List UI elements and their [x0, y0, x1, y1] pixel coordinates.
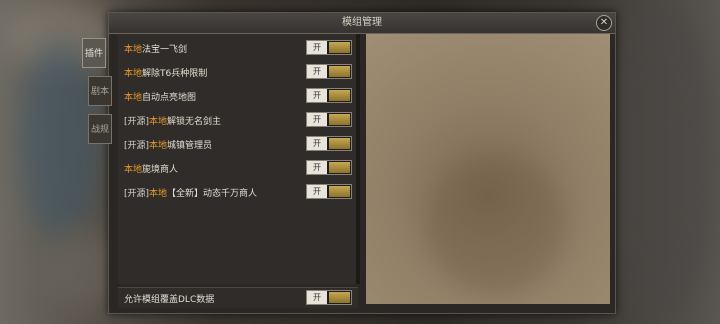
mod-name: 法宝一飞剑	[142, 45, 188, 55]
mod-preview-image	[366, 34, 610, 304]
mod-source: 本地	[149, 189, 168, 199]
list-item: 本地解除T6兵种限制 开	[118, 62, 358, 82]
dlc-override-label: 允许模组覆盖DLC数据	[124, 295, 215, 305]
tab-label: 剧本	[90, 87, 109, 97]
mod-source: 本地	[149, 117, 168, 127]
mod-source: 本地	[124, 93, 143, 103]
toggle-knob	[329, 162, 350, 173]
toggle-state: 开	[307, 291, 327, 304]
toggle-knob	[329, 42, 350, 53]
toggle-state: 开	[307, 89, 327, 102]
list-item: [开源]本地【全新】动态千万商人 开	[118, 182, 358, 202]
mod-source: 本地	[124, 69, 143, 79]
tab-label: 战规	[90, 125, 109, 135]
mod-label: [开源]本地城镇管理员	[124, 141, 213, 151]
toggle-state: 开	[307, 137, 327, 150]
toggle-knob	[329, 90, 350, 101]
toggle-state: 开	[307, 41, 327, 54]
list-scrollbar[interactable]	[356, 34, 360, 284]
mod-toggle[interactable]: 开	[306, 136, 352, 151]
mod-name: 自动点亮地图	[142, 93, 197, 103]
toggle-state: 开	[307, 161, 327, 174]
list-item: 本地自动点亮地图 开	[118, 86, 358, 106]
list-item: [开源]本地城镇管理员 开	[118, 134, 358, 154]
toggle-knob	[329, 66, 350, 77]
mod-name: 城镇管理员	[167, 141, 213, 151]
mod-label: [开源]本地【全新】动态千万商人	[124, 189, 258, 199]
mod-toggle[interactable]: 开	[306, 88, 352, 103]
tab-label: 插件	[84, 49, 103, 59]
mod-toggle[interactable]: 开	[306, 184, 352, 199]
mod-source: 本地	[124, 45, 143, 55]
mod-label: 本地解除T6兵种限制	[124, 66, 207, 79]
toggle-state: 开	[307, 185, 327, 198]
mod-name: 解锁无名剑主	[167, 117, 222, 127]
tab-plugins[interactable]: 插件	[82, 38, 106, 68]
tab-rules[interactable]: 战规	[88, 114, 112, 144]
mod-name: 解除T6兵种限制	[142, 69, 208, 79]
mod-toggle[interactable]: 开	[306, 160, 352, 175]
mod-name: 【全新】动态千万商人	[167, 189, 258, 199]
dlc-override-toggle[interactable]: 开	[306, 290, 352, 305]
toggle-knob	[329, 186, 350, 197]
mod-name: 旎境商人	[142, 165, 179, 175]
mod-toggle[interactable]: 开	[306, 64, 352, 79]
window-title: 模组管理	[109, 13, 615, 34]
mod-label: 本地法宝一飞剑	[124, 42, 187, 55]
list-item: 本地旎境商人 开	[118, 158, 358, 178]
dlc-override-row: 允许模组覆盖DLC数据 开	[118, 287, 358, 308]
mod-toggle[interactable]: 开	[306, 40, 352, 55]
mod-label: 本地自动点亮地图	[124, 90, 196, 103]
mod-toggle[interactable]: 开	[306, 112, 352, 127]
toggle-knob	[329, 138, 350, 149]
tab-scenario[interactable]: 剧本	[88, 76, 112, 106]
list-item: [开源]本地解锁无名剑主 开	[118, 110, 358, 130]
mod-label: [开源]本地解锁无名剑主	[124, 117, 222, 127]
close-icon[interactable]: ✕	[596, 15, 612, 31]
toggle-knob	[329, 292, 350, 303]
toggle-knob	[329, 114, 350, 125]
mod-label: 本地旎境商人	[124, 162, 178, 175]
list-item: 本地法宝一飞剑 开	[118, 38, 358, 58]
toggle-state: 开	[307, 113, 327, 126]
mod-source: 本地	[149, 141, 168, 151]
mod-list: 本地法宝一飞剑 开 本地解除T6兵种限制 开 本地自动点亮地图 开 [开源]本地…	[118, 34, 358, 284]
mod-source: 本地	[124, 165, 143, 175]
toggle-state: 开	[307, 65, 327, 78]
